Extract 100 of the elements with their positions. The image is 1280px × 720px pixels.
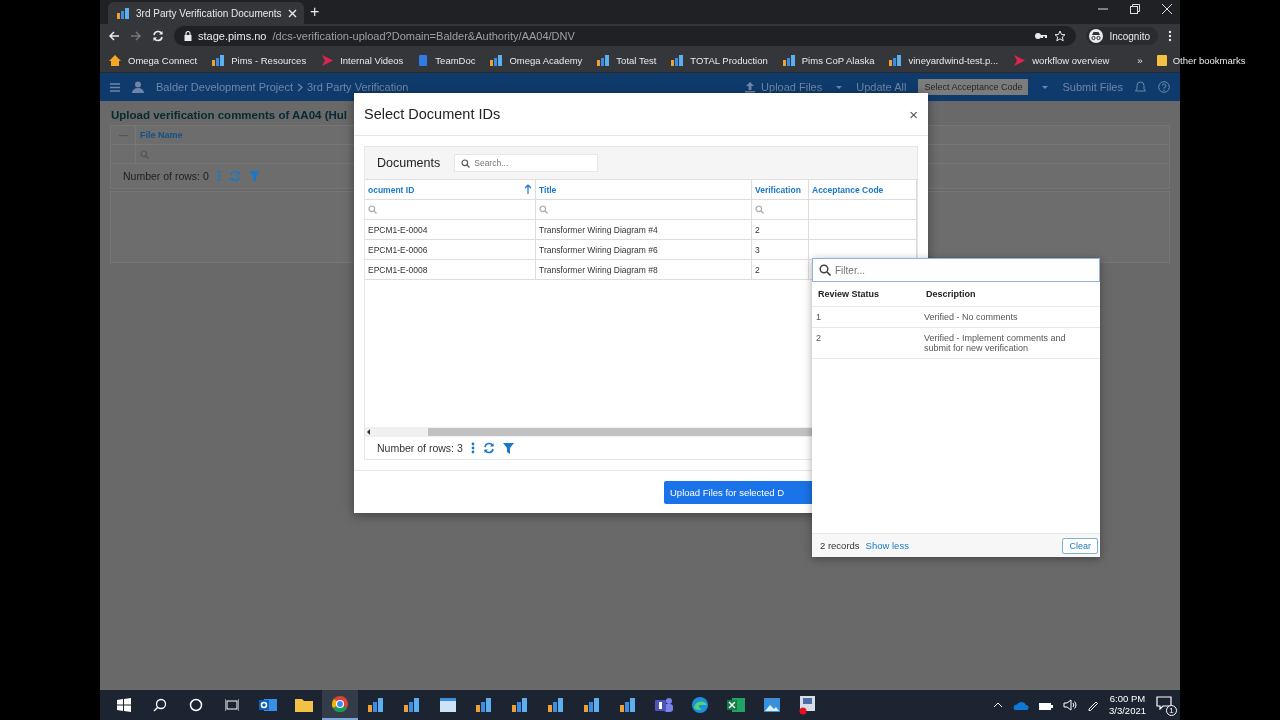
acceptance-code-select[interactable]: Select Acceptance Code xyxy=(918,79,1029,95)
kebab-icon[interactable] xyxy=(1168,30,1172,42)
user-icon[interactable] xyxy=(132,81,144,93)
table-cell: 2 xyxy=(752,220,809,239)
bookmark[interactable]: workflow overview xyxy=(1012,53,1110,67)
filter-field[interactable]: Filter... xyxy=(812,258,1100,282)
window-icon[interactable] xyxy=(439,697,457,713)
scroll-left-icon[interactable] xyxy=(365,428,373,436)
bookmark[interactable]: Total Test xyxy=(596,54,657,66)
search-field[interactable]: Search... xyxy=(454,154,599,172)
clock[interactable]: 6:00 PM 3/3/2021 xyxy=(1109,693,1146,717)
table-cell: EPCM1-E-0008 xyxy=(365,260,536,279)
more-bookmarks-button[interactable]: » xyxy=(1137,54,1143,66)
restore-icon[interactable] xyxy=(1130,4,1140,14)
show-less-link[interactable]: Show less xyxy=(865,540,1057,551)
chevron-icon xyxy=(296,82,303,92)
pims-logo-icon[interactable] xyxy=(583,697,601,713)
pims-logo-icon[interactable] xyxy=(403,697,421,713)
mail-icon[interactable] xyxy=(258,696,278,714)
browser-tab[interactable]: 3rd Party Verification Documents xyxy=(108,2,304,24)
pims-logo-icon xyxy=(888,54,903,66)
option-row[interactable]: 2 Verified - Implement comments and submit for new verification xyxy=(812,328,1100,359)
bookmark-folder[interactable]: Other bookmarks xyxy=(1156,53,1246,67)
pims-logo-icon xyxy=(116,7,130,19)
close-icon[interactable] xyxy=(1162,4,1172,14)
search-icon xyxy=(819,264,831,276)
dialog-title: Select Document IDs xyxy=(364,106,501,122)
task-view-icon[interactable] xyxy=(225,698,239,712)
image-icon[interactable] xyxy=(763,697,781,713)
volume-icon[interactable] xyxy=(1063,699,1077,711)
menu-icon[interactable] xyxy=(110,82,120,92)
url-host: stage.pims.no xyxy=(198,30,267,42)
pims-logo-icon[interactable] xyxy=(511,697,529,713)
bookmark[interactable]: TeamDoc xyxy=(417,53,476,67)
record-count: 2 records xyxy=(820,540,860,551)
cloud-icon[interactable] xyxy=(1013,700,1029,710)
home-icon xyxy=(108,53,122,67)
search-icon xyxy=(539,205,548,214)
bell-icon[interactable] xyxy=(1135,81,1146,93)
pen-icon[interactable] xyxy=(1087,699,1099,711)
folder-icon xyxy=(1156,53,1167,67)
pims-logo-icon xyxy=(670,54,685,66)
table-cell: EPCM1-E-0006 xyxy=(365,240,536,259)
clear-button[interactable]: Clear xyxy=(1062,537,1098,554)
column-header[interactable]: Title xyxy=(539,184,557,195)
key-icon[interactable] xyxy=(1034,32,1049,40)
table-cell: Transformer Wiring Diagram #8 xyxy=(536,260,752,279)
bookmark[interactable]: Omega Academy xyxy=(489,54,583,66)
spreadsheet-icon[interactable] xyxy=(726,696,746,714)
chevron-up-icon[interactable] xyxy=(993,702,1003,708)
star-icon[interactable] xyxy=(1054,30,1067,42)
browser-icon[interactable] xyxy=(331,695,349,713)
close-button[interactable]: × xyxy=(909,105,918,123)
start-icon[interactable] xyxy=(117,698,131,712)
notification-button[interactable]: 1 xyxy=(1156,696,1174,714)
text-input[interactable]: Search... xyxy=(474,158,585,168)
search-icon xyxy=(140,149,149,159)
column-header[interactable]: Acceptance Code xyxy=(812,184,884,195)
filter-icon[interactable] xyxy=(502,442,514,454)
sort-arrow-icon[interactable] xyxy=(524,184,532,195)
close-icon[interactable] xyxy=(287,8,297,18)
lock-icon xyxy=(184,31,192,41)
folder-icon[interactable] xyxy=(294,696,314,714)
pims-logo-icon xyxy=(596,54,611,66)
pims-logo-icon[interactable] xyxy=(619,697,637,713)
upload-button[interactable]: Upload Files for selected D xyxy=(664,480,812,504)
bookmark[interactable]: Omega Connect xyxy=(108,53,198,67)
row-count: Number of rows: 0 xyxy=(123,170,209,182)
table-cell: 2 xyxy=(752,260,809,279)
profile-chip[interactable]: Incognito xyxy=(1086,27,1158,45)
circle-icon[interactable] xyxy=(189,698,203,712)
bookmark[interactable]: TOTAL Production xyxy=(670,54,768,66)
forward-icon[interactable] xyxy=(130,30,142,42)
search-icon[interactable] xyxy=(153,698,167,712)
search-icon xyxy=(368,205,377,214)
bookmark[interactable]: Pims - Resources xyxy=(211,54,307,66)
refresh-icon[interactable] xyxy=(482,442,495,454)
bookmark[interactable]: vineyardwind-test.p... xyxy=(888,54,999,66)
battery-icon[interactable] xyxy=(1039,700,1053,710)
document-icon xyxy=(417,53,430,67)
column-header[interactable]: Verification xyxy=(755,184,801,195)
pims-logo-icon[interactable] xyxy=(367,697,385,713)
bookmark[interactable]: Pims CoP Alaska xyxy=(781,54,875,66)
back-icon[interactable] xyxy=(108,30,120,42)
kebab-icon[interactable] xyxy=(470,442,475,454)
column-header[interactable]: ocument ID xyxy=(368,184,415,195)
table-cell: Transformer Wiring Diagram #6 xyxy=(536,240,752,259)
help-icon[interactable] xyxy=(1158,81,1170,93)
address-bar[interactable]: stage.pims.no /dcs-verification-upload?Domain=Balder&Authority/AA04/DNV xyxy=(174,26,1077,46)
edge-icon[interactable] xyxy=(691,696,709,714)
teams-icon[interactable] xyxy=(654,696,674,714)
pims-logo-icon[interactable] xyxy=(475,697,493,713)
new-tab-button[interactable]: + xyxy=(310,4,320,20)
bookmark[interactable]: Internal Videos xyxy=(320,53,404,67)
pims-logo-icon xyxy=(211,54,226,66)
recorder-icon[interactable] xyxy=(798,695,818,715)
table-cell: 3 xyxy=(752,240,809,259)
pims-logo-icon xyxy=(489,54,504,66)
pims-logo-icon[interactable] xyxy=(547,697,565,713)
option-row[interactable]: 1 Verified - No comments xyxy=(812,307,1100,328)
